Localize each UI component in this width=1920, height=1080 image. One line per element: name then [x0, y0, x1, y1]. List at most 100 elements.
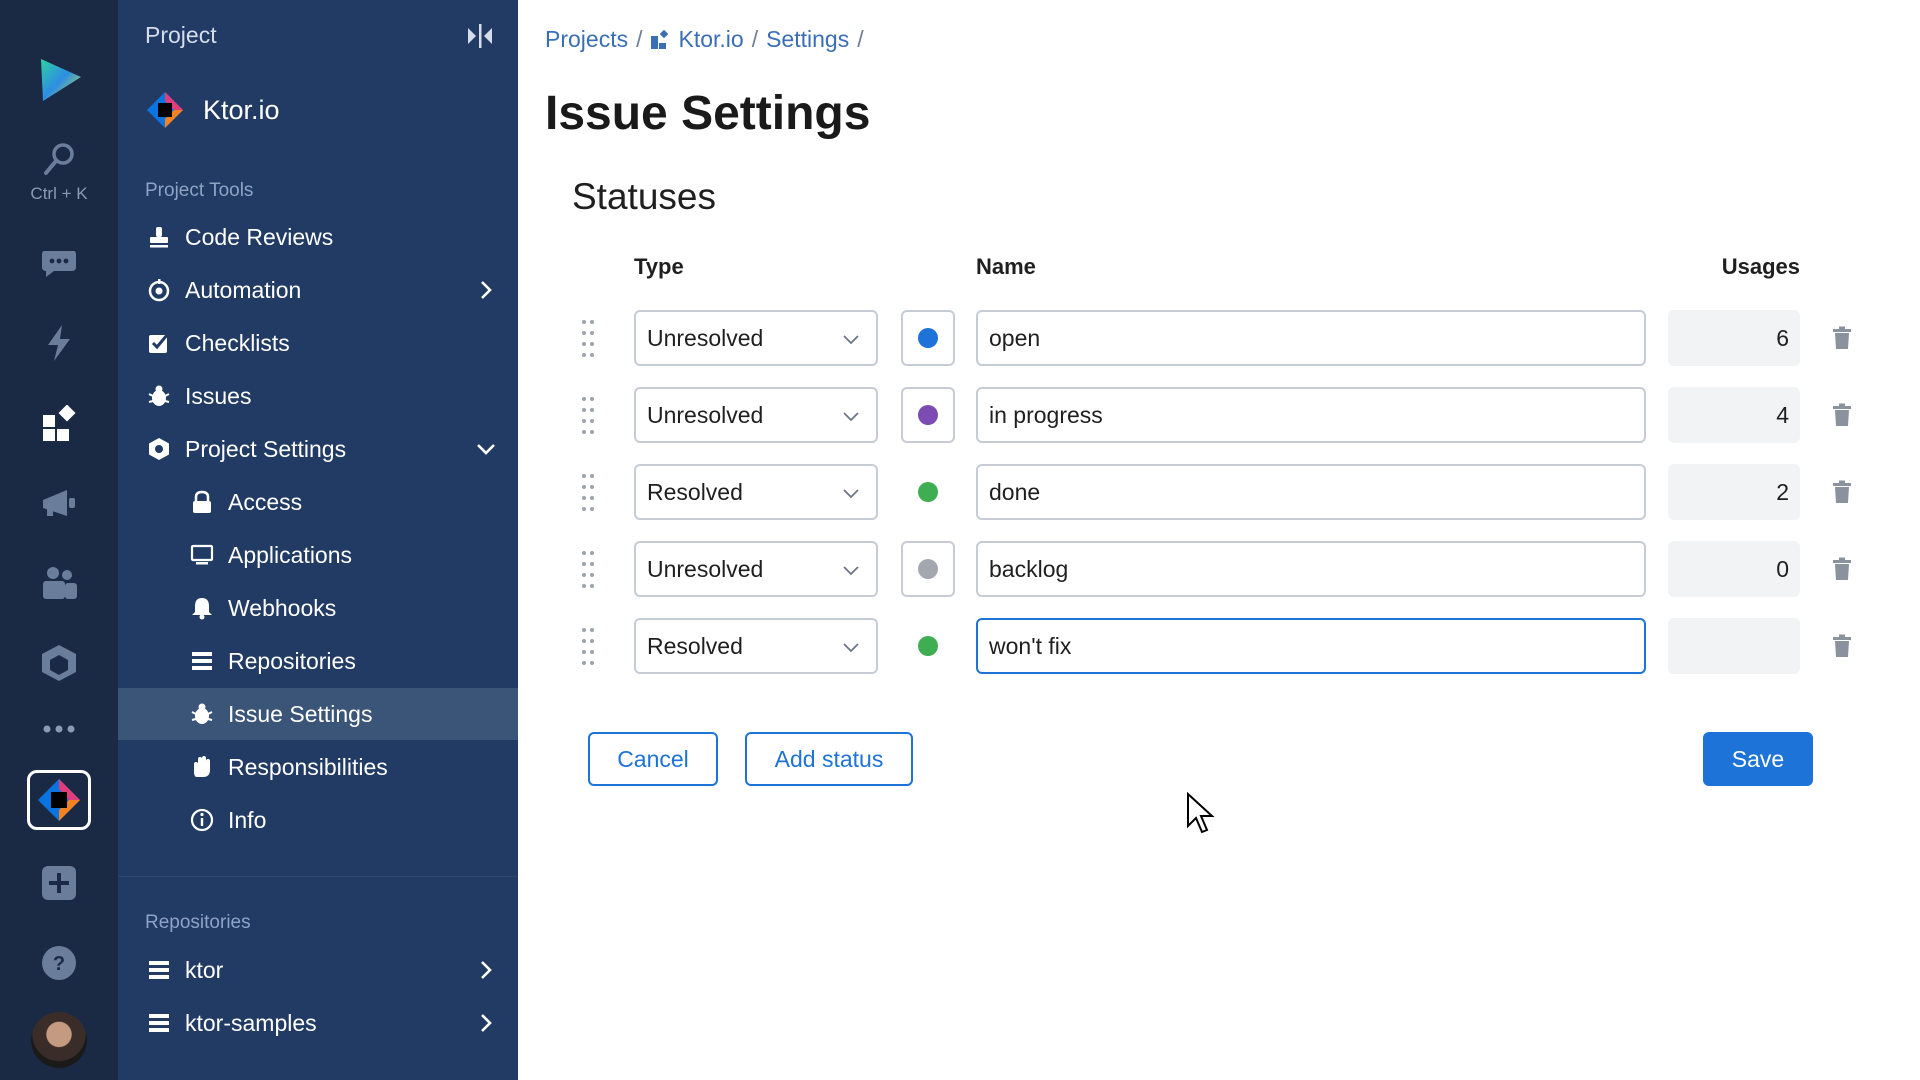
breadcrumb: Projects / Ktor.io / Settings /	[545, 26, 872, 53]
chats-button[interactable]	[0, 238, 118, 288]
status-name-input[interactable]	[976, 541, 1646, 597]
checklist-icon	[149, 334, 169, 353]
projects-grid-icon	[43, 405, 76, 441]
sidebar-item-info[interactable]: Info	[118, 794, 518, 846]
sidebar-item-issues[interactable]: Issues	[118, 370, 518, 422]
breadcrumb-projects[interactable]: Projects	[545, 26, 628, 53]
project-title[interactable]: Ktor.io	[145, 90, 280, 130]
sidebar-item-code-reviews[interactable]: Code Reviews	[118, 211, 518, 263]
status-type-value: Resolved	[647, 478, 743, 505]
save-button[interactable]: Save	[1703, 732, 1813, 786]
status-name-input[interactable]	[976, 464, 1646, 520]
delete-icon[interactable]	[1832, 403, 1852, 427]
sidebar-repo-ktor[interactable]: ktor	[118, 944, 518, 996]
sidebar-item-issue-settings[interactable]: Issue Settings	[118, 688, 518, 740]
status-type-select[interactable]: Resolved	[634, 618, 878, 674]
breadcrumb-separator: /	[636, 26, 643, 52]
project-sidebar: Project Ktor.io Project Tools Code Revie…	[118, 0, 518, 1080]
status-color-picker[interactable]	[901, 387, 955, 443]
megaphone-icon	[43, 490, 75, 516]
status-color-picker[interactable]	[901, 618, 955, 674]
sidebar-divider	[118, 876, 518, 877]
breadcrumb-project[interactable]: Ktor.io	[678, 26, 743, 53]
ktor-logo-icon	[147, 92, 183, 128]
chevron-down-icon	[477, 444, 495, 455]
collapse-sidebar-icon[interactable]	[464, 22, 496, 50]
blogs-rail-button[interactable]	[0, 478, 118, 528]
status-type-select[interactable]: Unresolved	[634, 310, 878, 366]
projects-rail-button[interactable]	[0, 398, 118, 448]
sidebar-item-checklists[interactable]: Checklists	[118, 317, 518, 369]
drag-handle-icon[interactable]	[580, 549, 596, 589]
sidebar-item-repositories[interactable]: Repositories	[118, 635, 518, 687]
main-content: Projects / Ktor.io / Settings / Issue Se…	[518, 0, 1920, 1080]
delete-icon[interactable]	[1832, 557, 1852, 581]
create-rail-button[interactable]	[0, 858, 118, 908]
sidebar-repo-ktor-samples[interactable]: ktor-samples	[118, 997, 518, 1049]
search-button[interactable]: Ctrl + K	[0, 132, 118, 212]
search-shortcut-hint: Ctrl + K	[30, 184, 88, 203]
sidebar-item-responsibilities[interactable]: Responsibilities	[118, 741, 518, 793]
chevron-down-icon	[843, 335, 859, 345]
delete-icon[interactable]	[1832, 480, 1852, 504]
status-type-select[interactable]: Unresolved	[634, 387, 878, 443]
status-color-picker[interactable]	[901, 310, 955, 366]
add-status-button[interactable]: Add status	[745, 732, 913, 786]
status-usage-count: 6	[1668, 310, 1800, 366]
sidebar-item-webhooks[interactable]: Webhooks	[118, 582, 518, 634]
status-name-input[interactable]	[976, 387, 1646, 443]
drag-handle-icon[interactable]	[580, 395, 596, 435]
current-project-rail-button[interactable]	[27, 770, 91, 830]
chevron-down-icon	[843, 489, 859, 499]
ktor-logo-icon	[38, 779, 80, 821]
status-color-picker[interactable]	[901, 541, 955, 597]
space-logo[interactable]	[0, 44, 118, 114]
cancel-button[interactable]: Cancel	[588, 732, 718, 786]
sidebar-item-applications[interactable]: Applications	[118, 529, 518, 581]
status-color-dot	[918, 559, 938, 579]
column-header-usages: Usages	[1721, 254, 1800, 279]
team-rail-button[interactable]	[0, 558, 118, 608]
automation-rail-button[interactable]	[0, 318, 118, 368]
status-type-select[interactable]: Resolved	[634, 464, 878, 520]
lightning-icon	[48, 325, 70, 361]
user-avatar[interactable]	[31, 1012, 87, 1068]
package-icon	[42, 645, 76, 681]
sidebar-item-label: Access	[228, 488, 303, 515]
project-grid-icon	[651, 29, 669, 49]
packages-rail-button[interactable]	[0, 638, 118, 688]
sidebar-header: Project	[145, 22, 217, 48]
drag-handle-icon[interactable]	[580, 472, 596, 512]
more-rail-button[interactable]	[0, 716, 118, 742]
bug-icon	[191, 703, 213, 724]
chevron-down-icon	[843, 566, 859, 576]
status-color-dot	[918, 405, 938, 425]
project-name: Ktor.io	[203, 94, 280, 125]
sidebar-item-automation[interactable]: Automation	[118, 264, 518, 316]
status-type-value: Unresolved	[647, 555, 764, 582]
sidebar-item-label: Automation	[185, 276, 302, 303]
status-color-picker[interactable]	[901, 464, 955, 520]
drag-handle-icon[interactable]	[580, 626, 596, 666]
column-header-type: Type	[634, 254, 684, 279]
delete-icon[interactable]	[1832, 326, 1852, 350]
delete-icon[interactable]	[1832, 634, 1852, 658]
drag-handle-icon[interactable]	[580, 318, 596, 358]
status-type-select[interactable]: Unresolved	[634, 541, 878, 597]
project-tools-heading: Project Tools	[145, 180, 254, 201]
breadcrumb-settings[interactable]: Settings	[766, 26, 849, 53]
chevron-right-icon	[481, 1014, 492, 1032]
status-name-input[interactable]	[976, 310, 1646, 366]
sidebar-item-label: ktor-samples	[185, 1009, 317, 1036]
search-icon	[44, 143, 74, 175]
sidebar-item-access[interactable]: Access	[118, 476, 518, 528]
sidebar-item-project-settings[interactable]: Project Settings	[118, 423, 518, 475]
help-rail-button[interactable]: ?	[0, 938, 118, 988]
sidebar-item-label: Project Settings	[185, 435, 347, 462]
status-name-input[interactable]	[976, 618, 1646, 674]
column-header-name: Name	[976, 254, 1036, 279]
svg-text:?: ?	[53, 953, 65, 975]
status-type-value: Unresolved	[647, 401, 764, 428]
sidebar-item-label: Checklists	[185, 329, 290, 356]
status-usage-count: 4	[1668, 387, 1800, 443]
